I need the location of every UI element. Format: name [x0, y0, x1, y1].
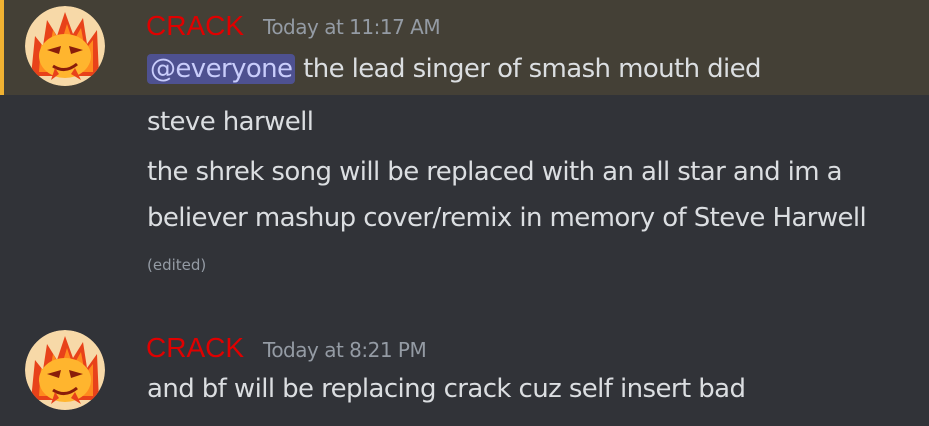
username[interactable]: CRACK [146, 332, 244, 364]
chat-message-list: CRACK Today at 11:17 AM @everyone the le… [0, 0, 929, 426]
edited-indicator: (edited) [147, 256, 207, 274]
message-text: the lead singer of smash mouth died [303, 54, 761, 84]
message-timestamp[interactable]: Today at 11:17 AM [263, 15, 441, 39]
message-line: @everyone the lead singer of smash mouth… [147, 53, 762, 85]
everyone-mention[interactable]: @everyone [147, 54, 296, 84]
user-avatar[interactable] [25, 330, 105, 410]
message-line: steve harwell [147, 107, 314, 137]
message-timestamp[interactable]: Today at 8:21 PM [263, 338, 427, 362]
message-line: believer mashup cover/remix in memory of… [147, 203, 867, 233]
user-avatar[interactable] [25, 6, 105, 86]
message-line: and bf will be replacing crack cuz self … [147, 374, 746, 404]
username[interactable]: CRACK [146, 10, 244, 42]
message-line: the shrek song will be replaced with an … [147, 157, 843, 187]
flame-face-avatar-icon [25, 330, 105, 410]
flame-face-avatar-icon [25, 6, 105, 86]
mention-highlight-bar [0, 0, 4, 95]
